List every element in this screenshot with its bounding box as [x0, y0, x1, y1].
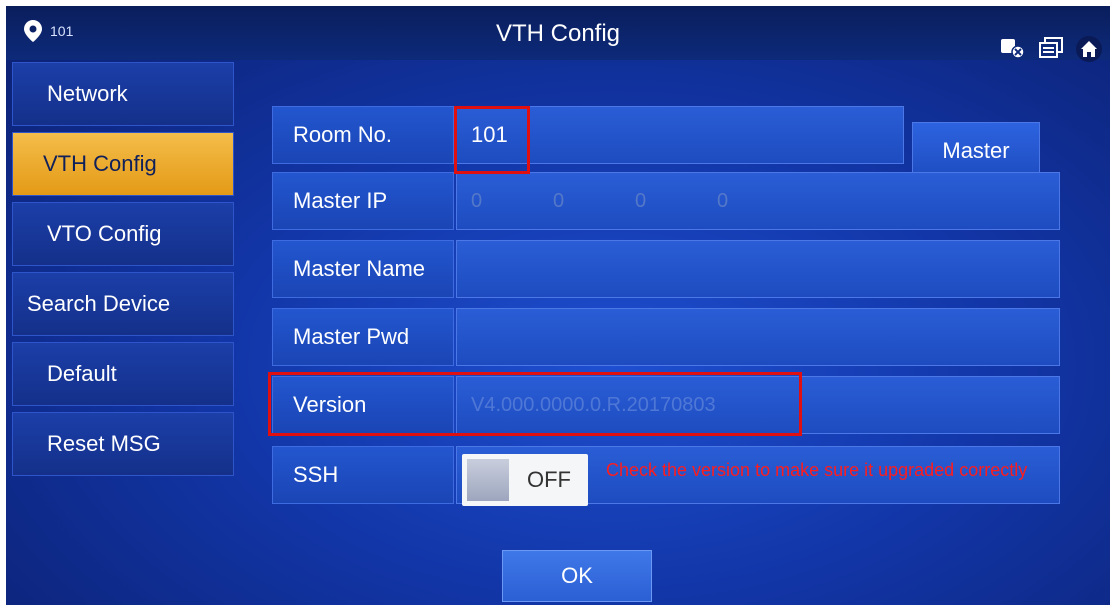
master-pwd-label: Master Pwd	[272, 308, 454, 366]
sidebar-item-label: Search Device	[27, 291, 171, 316]
annotation-note: Check the version to make sure it upgrad…	[606, 460, 1028, 480]
sidebar-item-label: Default	[47, 361, 117, 386]
windows-icon[interactable]	[1038, 36, 1064, 67]
ssh-state: OFF	[527, 467, 571, 492]
ip-octet: 0	[553, 189, 565, 212]
toggle-knob	[467, 459, 509, 501]
sidebar-item-vto-config[interactable]: VTO Config	[12, 202, 234, 266]
sidebar-item-label: Reset MSG	[47, 431, 161, 456]
ok-button[interactable]: OK	[502, 550, 652, 602]
room-no-field[interactable]: 101	[456, 106, 904, 164]
ip-octet: 0	[717, 189, 729, 212]
sidebar-item-label: Network	[47, 81, 128, 106]
sidebar-item-search-device[interactable]: Search Device	[12, 272, 234, 336]
master-name-field[interactable]	[456, 240, 1060, 298]
ip-octet: 0	[635, 189, 647, 212]
page-title: VTH Config	[495, 20, 621, 47]
master-ip-label: Master IP	[272, 172, 454, 230]
home-icon[interactable]	[1076, 36, 1102, 67]
ssh-toggle[interactable]: OFF	[462, 454, 588, 506]
version-label: Version	[272, 376, 454, 434]
version-value: V4.000.0000.0.R.20170803	[471, 393, 716, 416]
sidebar-item-reset-msg[interactable]: Reset MSG	[12, 412, 234, 476]
ssh-label: SSH	[272, 446, 454, 504]
vth-screen: 101 VTH Config Network VTH Config VTO Co…	[6, 6, 1110, 605]
version-field: V4.000.0000.0.R.20170803	[456, 376, 1060, 434]
ip-octet: 0	[471, 189, 483, 212]
title-bar: 101 VTH Config	[6, 6, 1110, 62]
sidebar-item-label: VTO Config	[47, 221, 162, 246]
master-name-label: Master Name	[272, 240, 454, 298]
sidebar-item-default[interactable]: Default	[12, 342, 234, 406]
sidebar: Network VTH Config VTO Config Search Dev…	[12, 62, 234, 482]
sidebar-item-vth-config[interactable]: VTH Config	[12, 132, 234, 196]
top-icons	[1000, 36, 1102, 67]
room-no-value: 101	[471, 122, 508, 147]
room-no-label: Room No.	[272, 106, 454, 164]
master-ip-field[interactable]: 0 0 0 0	[456, 172, 1060, 230]
sidebar-item-network[interactable]: Network	[12, 62, 234, 126]
sidebar-item-label: VTH Config	[43, 151, 157, 176]
master-pwd-field[interactable]	[456, 308, 1060, 366]
network-status-icon[interactable]	[1000, 36, 1026, 67]
